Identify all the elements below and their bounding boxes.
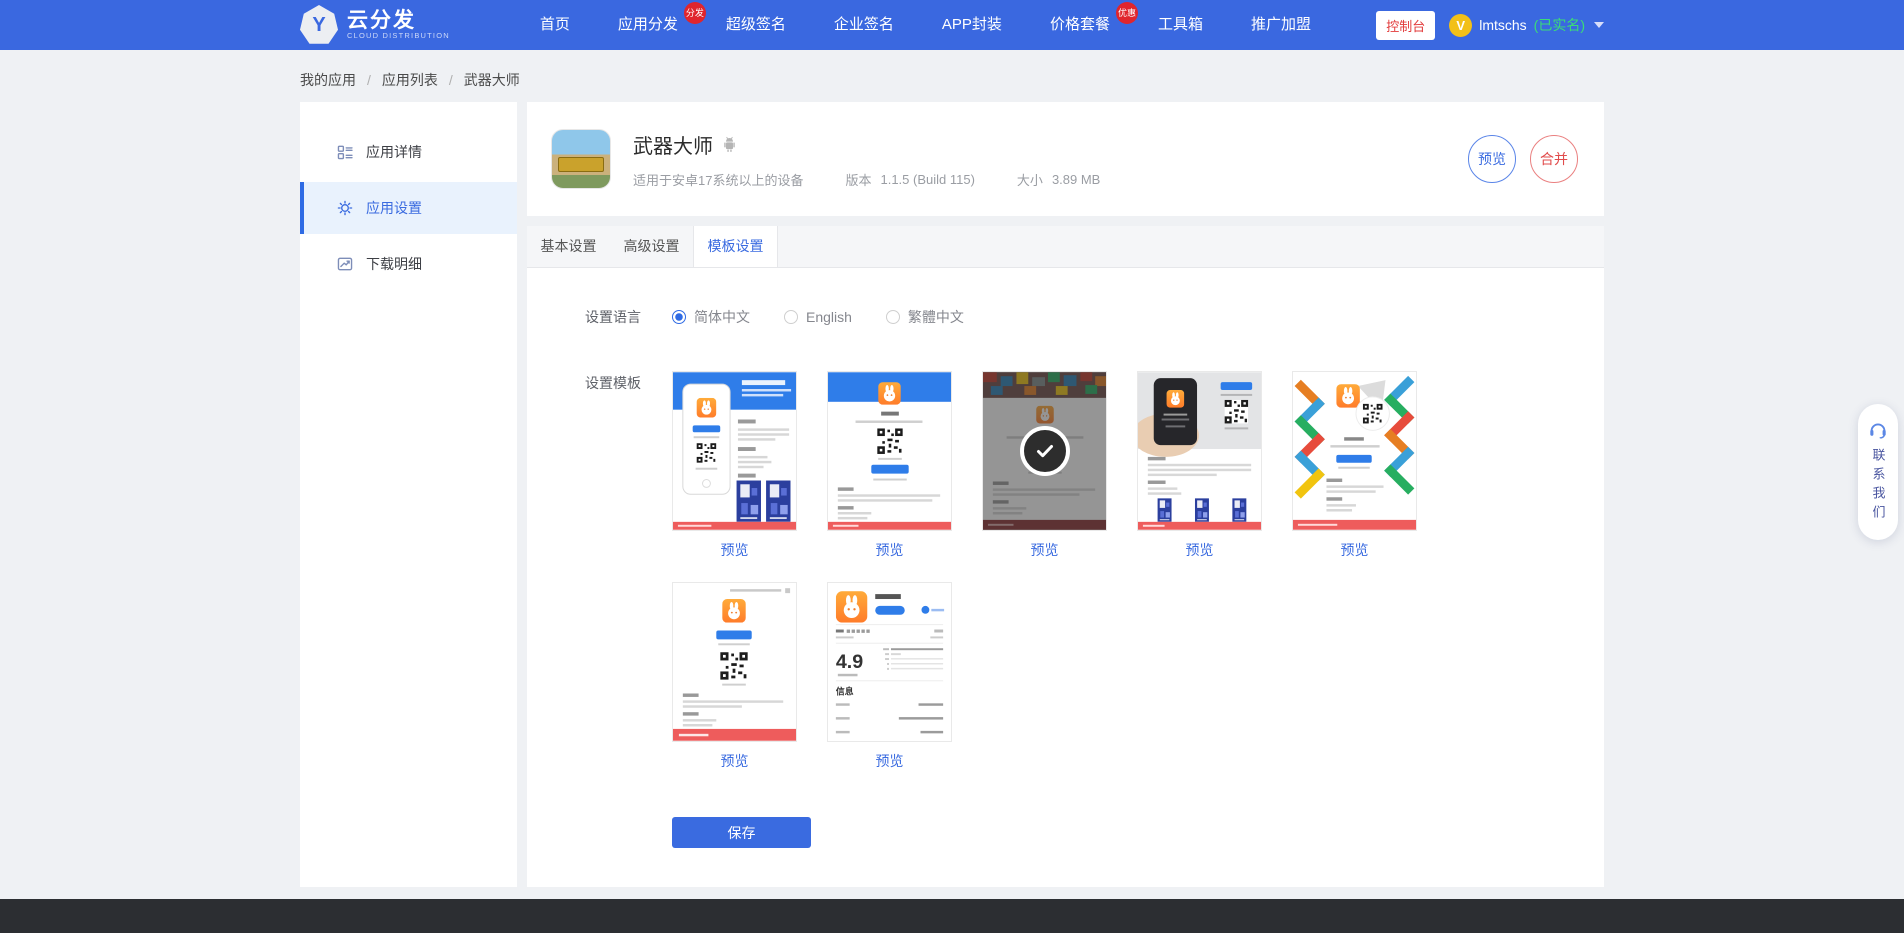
language-label: 设置语言 [585,307,672,327]
nav-item-super-signature[interactable]: 超级签名 [702,0,810,50]
user-menu[interactable]: V lmtschs (已实名) [1449,14,1604,37]
template-preview-link-3[interactable]: 预览 [1031,540,1059,560]
template-2-art [828,372,951,530]
breadcrumb-current-app: 武器大师 [464,70,520,90]
language-row: 设置语言 简体中文 English [585,307,1604,327]
nav-item-enterprise-signature[interactable]: 企业签名 [810,0,918,50]
logo-subtitle: CLOUD DISTRIBUTION [347,32,450,40]
tab-basic-settings[interactable]: 基本设置 [527,226,610,267]
grid-icon [336,143,354,161]
android-icon [721,135,738,154]
template-cell-6: 预览 [672,582,797,771]
nav-item-app-packaging[interactable]: APP封装 [918,0,1026,50]
template-thumb-1[interactable] [672,371,797,531]
selected-check-icon [1020,426,1070,476]
tab-bar: 基本设置 高级设置 模板设置 [527,226,1604,268]
template-thumb-3-selected[interactable] [982,371,1107,531]
template-thumb-6[interactable] [672,582,797,742]
nav-item-home[interactable]: 首页 [516,0,594,50]
template-1-art [673,372,796,530]
template-thumb-2[interactable] [827,371,952,531]
app-description: 适用于安卓17系统以上的设备 [633,170,803,189]
template-preview-link-2[interactable]: 预览 [876,540,904,560]
store-info-heading: 信息 [836,685,854,696]
avatar: V [1449,14,1472,37]
app-header-card: 武器大师 [527,102,1604,216]
size-value: 3.89 MB [1052,172,1100,187]
console-button[interactable]: 控制台 [1376,11,1435,40]
template-5-art [1293,372,1416,530]
nav-item-toolbox[interactable]: 工具箱 [1134,0,1227,50]
template-preview-link-5[interactable]: 预览 [1341,540,1369,560]
app-icon [551,129,611,189]
template-preview-link-1[interactable]: 预览 [721,540,749,560]
language-radio-group: 简体中文 English 繁體中文 [672,307,998,327]
radio-icon [784,310,798,324]
template-cell-3: 预览 [982,371,1107,560]
headset-icon [1867,418,1889,440]
store-rating: 4.9 [836,651,863,673]
template-cell-1: 预览 [672,371,797,560]
version-label: 版本 [845,170,871,189]
radio-english[interactable]: English [784,309,852,325]
radio-icon [886,310,900,324]
template-preview-link-4[interactable]: 预览 [1186,540,1214,560]
template-cell-7: 4.9 [827,582,952,771]
chevron-down-icon [1594,22,1604,28]
template-preview-link-6[interactable]: 预览 [721,751,749,771]
contact-us-widget[interactable]: 联系我们 [1858,404,1898,540]
breadcrumb: 我的应用 / 应用列表 / 武器大师 [300,50,1604,102]
settings-card: 基本设置 高级设置 模板设置 设置语言 简体中文 [527,226,1604,887]
save-button[interactable]: 保存 [672,817,811,848]
template-preview-link-7[interactable]: 预览 [876,751,904,771]
top-navbar: Y 云分发 CLOUD DISTRIBUTION 首页 应用分发分发 超级签名 … [0,0,1904,50]
sidebar: 应用详情 应用设置 [300,102,517,887]
breadcrumb-my-apps[interactable]: 我的应用 [300,70,356,90]
contact-us-label: 联系我们 [1869,448,1888,524]
nav-item-promotion[interactable]: 推广加盟 [1227,0,1335,50]
template-cell-2: 预览 [827,371,952,560]
template-thumb-7[interactable]: 4.9 [827,582,952,742]
app-title: 武器大师 [633,130,713,159]
logo-hexagon-icon: Y [300,5,338,45]
template-thumb-4[interactable] [1137,371,1262,531]
template-6-art [673,583,796,741]
logo-letter: Y [312,14,325,37]
sidebar-item-app-settings[interactable]: 应用设置 [300,182,517,234]
template-cell-5: 预览 [1292,371,1417,560]
tab-template-settings[interactable]: 模板设置 [693,226,778,267]
verified-status: (已实名) [1534,15,1585,35]
template-grid: 预览 [672,371,1432,771]
sidebar-item-app-details[interactable]: 应用详情 [300,126,517,178]
template-label: 设置模板 [585,371,672,393]
radio-selected-icon [672,310,686,324]
brand-logo[interactable]: Y 云分发 CLOUD DISTRIBUTION [300,5,450,45]
template-cell-4: 预览 [1137,371,1262,560]
username: lmtschs [1479,17,1526,33]
breadcrumb-app-list[interactable]: 应用列表 [382,70,438,90]
tab-advanced-settings[interactable]: 高级设置 [610,226,693,267]
template-7-art: 4.9 [828,583,951,741]
nav-item-app-distribution[interactable]: 应用分发分发 [594,0,702,50]
version-value: 1.1.5 (Build 115) [880,172,974,187]
merge-button[interactable]: 合并 [1530,135,1578,183]
template-4-art [1138,372,1261,530]
selected-overlay [983,372,1106,530]
preview-app-button[interactable]: 预览 [1468,135,1516,183]
template-thumb-5[interactable] [1292,371,1417,531]
logo-title: 云分发 [347,10,450,32]
template-row: 设置模板 [585,371,1604,771]
radio-simplified-chinese[interactable]: 简体中文 [672,307,750,327]
chart-icon [336,255,354,273]
sidebar-item-download-details[interactable]: 下载明细 [300,238,517,290]
main-nav: 首页 应用分发分发 超级签名 企业签名 APP封装 价格套餐优惠 工具箱 推广加… [516,0,1335,50]
gear-icon [336,199,354,217]
nav-item-pricing[interactable]: 价格套餐优惠 [1026,0,1134,50]
radio-traditional-chinese[interactable]: 繁體中文 [886,307,964,327]
size-label: 大小 [1017,170,1043,189]
page-footer [0,899,1904,933]
